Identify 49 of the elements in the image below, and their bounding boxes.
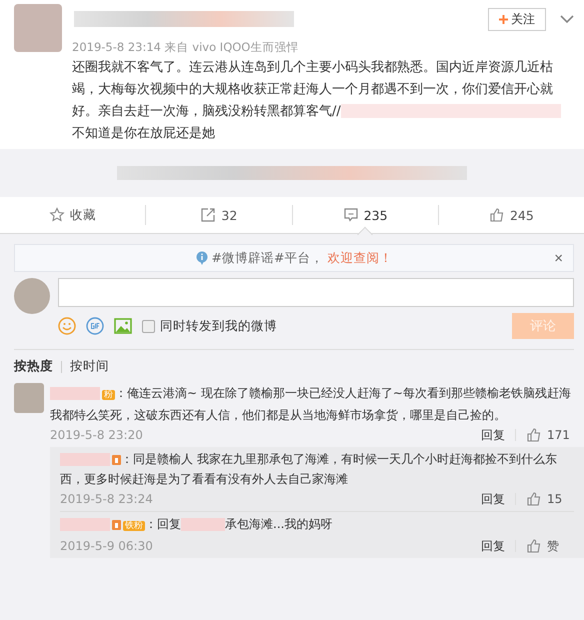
reply-time: 2019-5-9 06:30 (60, 539, 153, 553)
close-button[interactable]: × (554, 250, 563, 266)
redacted-block (60, 453, 110, 466)
redacted-block (50, 387, 100, 400)
checkbox-label: 同时转发到我的微博 (160, 318, 277, 334)
redacted-block (181, 518, 225, 532)
like-button[interactable]: 15 (526, 491, 574, 507)
sort-tab[interactable]: 按热度 (14, 358, 53, 375)
reply-link[interactable]: 回复 (481, 426, 505, 444)
thumbs-up-icon (526, 427, 542, 443)
star-icon (49, 207, 66, 223)
smiley-icon[interactable] (58, 317, 76, 335)
image-icon[interactable] (114, 318, 132, 334)
level-icon (112, 520, 121, 530)
comment-input[interactable] (58, 278, 574, 307)
favorite-action[interactable]: 收藏 (0, 197, 146, 233)
level-icon (112, 454, 121, 465)
share-icon (200, 207, 216, 223)
reply-link[interactable]: 回复 (481, 490, 505, 508)
redacted-block (60, 518, 110, 532)
fan-badge: 铁粉 (123, 521, 145, 531)
thumbs-up-icon (526, 491, 542, 507)
avatar-placeholder (14, 4, 62, 52)
info-icon (196, 251, 208, 265)
follow-button[interactable]: 关注 (488, 8, 546, 30)
like-action[interactable]: 245 (438, 197, 584, 233)
reply-time: 2019-5-8 23:24 (60, 492, 153, 506)
comment-icon (342, 207, 359, 223)
avatar-placeholder (14, 278, 50, 314)
reply-link[interactable]: 回复 (481, 538, 505, 554)
comment-text: 粉 ：俺连云港滴~ 现在除了赣榆那一块已经没人赶海了~每次看到那些赣榆老铁脑残赶海我都特么笑死，这破东西还有人信，他们都是从当地海鲜市场拿货，哪里是自己捡的。 (50, 385, 572, 424)
fan-badge: 粉 (102, 390, 115, 400)
like-button[interactable]: 171 (526, 427, 574, 443)
repost-action[interactable]: 32 (146, 197, 292, 233)
plus-icon (499, 14, 508, 24)
avatar-placeholder (14, 383, 44, 413)
notice-text: #微博辟谣#平台， (212, 250, 324, 266)
post-text: 还圈我就不客气了。连云港从连岛到几个主要小码头我都熟悉。国内近岸资源几近枯竭，大梅每次视频中的大规格收获正常赶海人一个月都遇不到一次，你们爱信开心就好。亲自去赶一次海，脑残没粉转黑都算客气// 不知道是你在放屁还是她 (72, 57, 574, 145)
thumbs-up-icon (488, 207, 505, 223)
like-button[interactable]: 赞 (526, 538, 574, 554)
post-source: 2019-5-8 23:14 来自 vivo IQOO生而强悍 (72, 40, 300, 55)
thumbs-up-icon (526, 538, 542, 554)
reply-text: ：同是赣榆人 我家在九里那承包了海滩，有时候一天几个小时赶海都捡不到什么东西，更多时候赶海是为了看看有没有外人去自己家海滩 (60, 451, 558, 488)
comment-time: 2019-5-8 23:20 (50, 428, 143, 442)
reply-text: 铁粉 ：回复 承包海滩...我的妈呀 (60, 514, 574, 536)
chevron-down-icon[interactable] (560, 14, 574, 24)
comment-action[interactable]: 235 (292, 197, 438, 233)
sort-tab[interactable]: 按时间 (70, 358, 109, 375)
gif-icon[interactable] (86, 317, 104, 335)
